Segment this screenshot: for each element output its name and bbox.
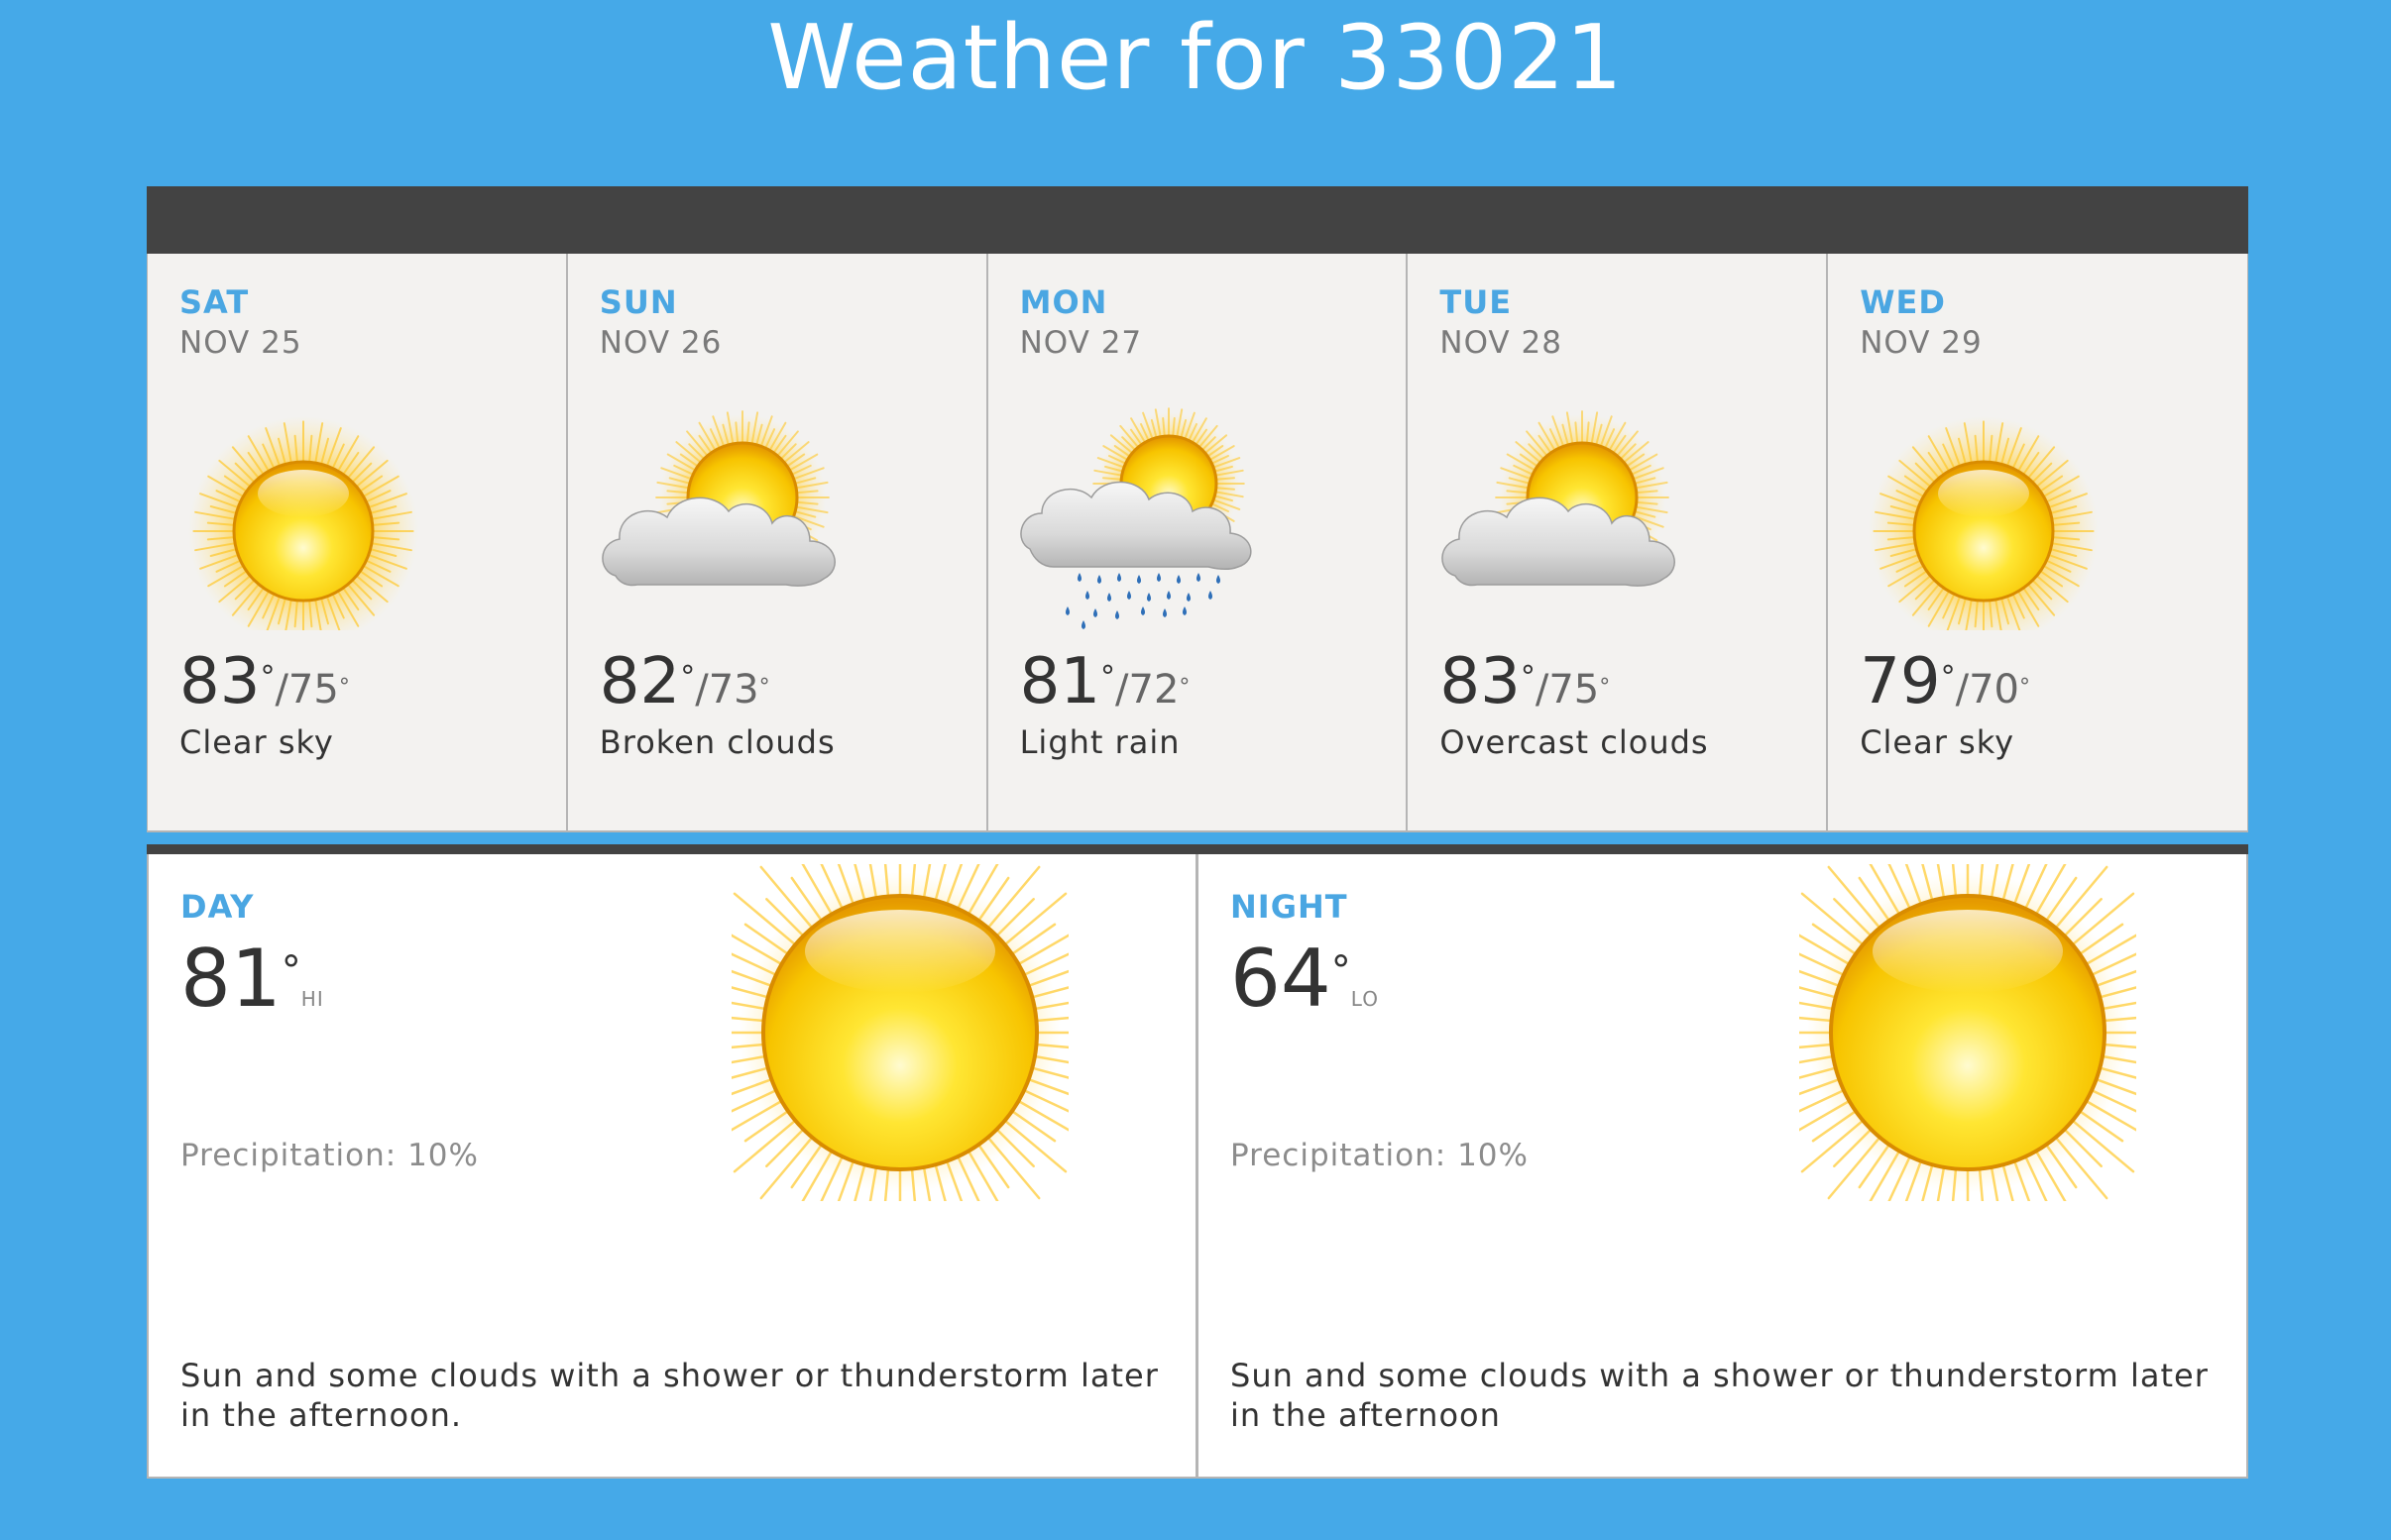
detail-panel: DAY 81°HI Precipitation: 10% Sun and som… xyxy=(147,854,2248,1481)
day-temp-value: 81 xyxy=(180,933,282,1025)
temperature-range: 83°/75° xyxy=(1439,645,1611,718)
light-rain-icon xyxy=(1019,407,1252,629)
clear-sky-icon xyxy=(1869,416,2100,630)
page-title: Weather for 33021 xyxy=(767,6,1624,110)
day-date: NOV 25 xyxy=(179,325,302,361)
day-of-week: WED xyxy=(1860,283,1946,321)
forecast-day-wed[interactable]: WED NOV 29 79°/70° Clear sky xyxy=(1828,254,2248,832)
low-temp: 75 xyxy=(287,667,339,713)
day-of-week: SUN xyxy=(599,283,678,321)
hi-tag: HI xyxy=(300,987,324,1011)
day-of-week: MON xyxy=(1019,283,1108,321)
day-date: NOV 27 xyxy=(1019,325,1143,361)
day-panel: DAY 81°HI Precipitation: 10% Sun and som… xyxy=(147,854,1197,1479)
day-label: DAY xyxy=(180,888,255,926)
high-temp: 82 xyxy=(599,645,681,718)
forecast-day-mon[interactable]: MON NOV 27 81°/72° Light rain xyxy=(987,254,1409,832)
night-summary: Sun and some clouds with a shower or thu… xyxy=(1230,1357,2209,1434)
overcast-clouds-icon xyxy=(1441,410,1676,587)
day-of-week: TUE xyxy=(1439,283,1513,321)
forecast-day-tue[interactable]: TUE NOV 28 83°/75° Overcast clouds xyxy=(1408,254,1829,832)
condition-label: Broken clouds xyxy=(599,723,836,761)
forecast-header-bar xyxy=(147,186,2248,254)
night-panel: NIGHT 64°LO Precipitation: 10% Sun and s… xyxy=(1197,854,2248,1479)
day-date: NOV 26 xyxy=(599,325,723,361)
condition-label: Overcast clouds xyxy=(1439,723,1709,761)
condition-label: Light rain xyxy=(1019,723,1181,761)
high-temp: 83 xyxy=(179,645,261,718)
temperature-range: 83°/75° xyxy=(179,645,350,718)
temperature-range: 79°/70° xyxy=(1860,645,2031,718)
sun-icon xyxy=(1799,864,2136,1201)
day-date: NOV 28 xyxy=(1439,325,1562,361)
day-precipitation: Precipitation: 10% xyxy=(180,1138,479,1173)
condition-label: Clear sky xyxy=(179,723,334,761)
lo-tag: LO xyxy=(1350,987,1379,1011)
night-temp-value: 64 xyxy=(1230,933,1331,1025)
detail-header-bar xyxy=(147,844,2248,854)
night-precipitation: Precipitation: 10% xyxy=(1230,1138,1529,1173)
high-temp: 79 xyxy=(1860,645,1941,718)
high-temp: 83 xyxy=(1439,645,1521,718)
sun-icon xyxy=(732,864,1069,1201)
day-date: NOV 29 xyxy=(1860,325,1983,361)
day-temperature: 81°HI xyxy=(180,933,324,1025)
low-temp: 73 xyxy=(708,667,759,713)
temperature-range: 81°/72° xyxy=(1019,645,1191,718)
high-temp: 81 xyxy=(1019,645,1101,718)
low-temp: 75 xyxy=(1548,667,1600,713)
temperature-range: 82°/73° xyxy=(599,645,770,718)
forecast-day-sat[interactable]: SAT NOV 25 83°/75° Clear sky xyxy=(147,254,568,832)
day-summary: Sun and some clouds with a shower or thu… xyxy=(180,1357,1159,1434)
low-temp: 72 xyxy=(1128,667,1180,713)
condition-label: Clear sky xyxy=(1860,723,2015,761)
rain-drops xyxy=(1065,573,1220,629)
night-label: NIGHT xyxy=(1230,888,1348,926)
broken-clouds-icon xyxy=(602,410,836,587)
night-temperature: 64°LO xyxy=(1230,933,1379,1025)
clear-sky-icon xyxy=(188,416,418,630)
low-temp: 70 xyxy=(1969,667,2020,713)
forecast-day-sun[interactable]: SUN NOV 26 82°/73° Broken clouds xyxy=(567,254,988,832)
day-of-week: SAT xyxy=(179,283,250,321)
forecast-panel: SAT NOV 25 83°/75° Clear sky SUN NOV 26 xyxy=(147,186,2248,832)
forecast-days: SAT NOV 25 83°/75° Clear sky SUN NOV 26 xyxy=(147,254,2248,832)
